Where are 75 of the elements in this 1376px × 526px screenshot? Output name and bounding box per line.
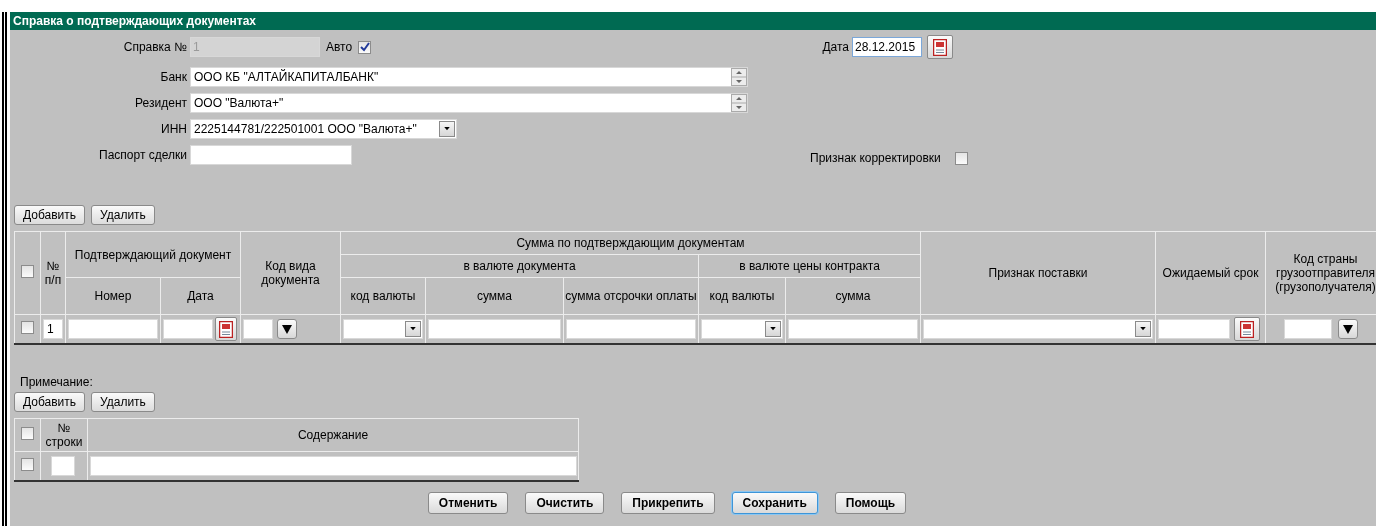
spinner-icon[interactable] bbox=[731, 94, 747, 112]
field-label: Паспорт сделки bbox=[98, 148, 188, 162]
column-header: Содержание bbox=[87, 418, 579, 452]
action-button[interactable]: Помощь bbox=[834, 492, 907, 514]
column-header: Сумма по подтверждающим документам bbox=[340, 231, 921, 255]
calendar-button[interactable] bbox=[927, 35, 953, 59]
toolbar-button[interactable]: Удалить bbox=[91, 205, 155, 225]
toolbar-button[interactable]: Добавить bbox=[14, 205, 86, 225]
dropdown-field[interactable] bbox=[923, 319, 1153, 339]
calendar-icon bbox=[933, 38, 947, 56]
date-field[interactable]: 28.12.2015 bbox=[852, 37, 922, 57]
text-field[interactable] bbox=[51, 456, 75, 476]
field-label: Авто bbox=[325, 40, 354, 54]
caret-icon bbox=[769, 326, 777, 332]
action-button[interactable]: Отменить bbox=[427, 492, 509, 514]
text-field[interactable] bbox=[190, 145, 352, 165]
checkbox[interactable] bbox=[21, 458, 34, 471]
dropdown-field[interactable] bbox=[701, 319, 783, 339]
checkbox[interactable] bbox=[954, 151, 968, 165]
field-label: Дата bbox=[821, 40, 850, 54]
calendar-button[interactable] bbox=[1234, 317, 1260, 341]
caret-icon bbox=[443, 126, 451, 132]
toolbar-button[interactable]: Добавить bbox=[14, 392, 86, 412]
text-field[interactable] bbox=[1284, 319, 1332, 339]
field-label: Резидент bbox=[134, 96, 188, 110]
column-header: сумма отсрочки оплаты bbox=[563, 277, 699, 315]
text-field[interactable]: ООО "Валюта+" bbox=[190, 93, 748, 113]
calendar-button[interactable] bbox=[215, 317, 237, 341]
column-header: № п/п bbox=[40, 231, 66, 315]
checkbox[interactable] bbox=[358, 40, 372, 54]
dropdown-button[interactable] bbox=[1338, 319, 1358, 339]
column-header: код валюты bbox=[340, 277, 426, 315]
toolbar-button[interactable]: Удалить bbox=[91, 392, 155, 412]
column-header: Код страны грузоотправителя (грузополучателя) bbox=[1265, 231, 1376, 315]
field-label: Признак корректировки bbox=[810, 151, 942, 165]
spinner-icon[interactable] bbox=[731, 68, 747, 86]
dropdown-button[interactable] bbox=[277, 319, 297, 339]
section-label: Примечание: bbox=[19, 375, 94, 390]
column-header: сумма bbox=[425, 277, 564, 315]
column-header: № строки bbox=[40, 418, 88, 452]
text-field[interactable] bbox=[428, 319, 561, 339]
date-field[interactable] bbox=[163, 319, 213, 339]
caret-icon bbox=[282, 324, 292, 334]
dropdown-field[interactable] bbox=[343, 319, 423, 339]
caret-icon bbox=[1139, 326, 1147, 332]
action-button[interactable]: Очистить bbox=[525, 492, 605, 514]
column-header: Подтверждающий документ bbox=[65, 231, 241, 278]
field-label: ИНН bbox=[160, 122, 188, 136]
field-label: Банк bbox=[159, 70, 188, 84]
text-field[interactable] bbox=[788, 319, 918, 339]
column-header: код валюты bbox=[698, 277, 786, 315]
text-field[interactable] bbox=[68, 319, 158, 339]
checkbox[interactable] bbox=[21, 265, 34, 278]
date-field[interactable] bbox=[1158, 319, 1230, 339]
field-label: Справка № bbox=[122, 40, 188, 54]
checkbox[interactable] bbox=[21, 427, 34, 440]
action-button[interactable]: Сохранить bbox=[731, 492, 818, 514]
caret-icon bbox=[1343, 324, 1353, 334]
text-field[interactable] bbox=[90, 456, 577, 476]
calendar-icon bbox=[219, 320, 233, 338]
text-field[interactable]: ООО КБ "АЛТАЙКАПИТАЛБАНК" bbox=[190, 67, 748, 87]
caret-icon bbox=[409, 326, 417, 332]
action-button[interactable]: Прикрепить bbox=[621, 492, 715, 514]
column-header: Ожидаемый срок bbox=[1155, 231, 1266, 315]
column-header: Номер bbox=[65, 277, 161, 315]
text-field[interactable] bbox=[566, 319, 696, 339]
column-header: Признак поставки bbox=[920, 231, 1156, 315]
text-field[interactable] bbox=[243, 319, 273, 339]
calendar-icon bbox=[1240, 320, 1254, 338]
column-header: Код вида документа bbox=[240, 231, 341, 315]
window-title: Справка о подтверждающих документах bbox=[10, 12, 1376, 30]
checkbox[interactable] bbox=[21, 321, 34, 334]
row-number: 1 bbox=[43, 319, 63, 339]
column-header: в валюте документа bbox=[340, 254, 699, 278]
dropdown-field[interactable]: 2225144781/222501001 ООО "Валюта+" bbox=[190, 119, 457, 139]
